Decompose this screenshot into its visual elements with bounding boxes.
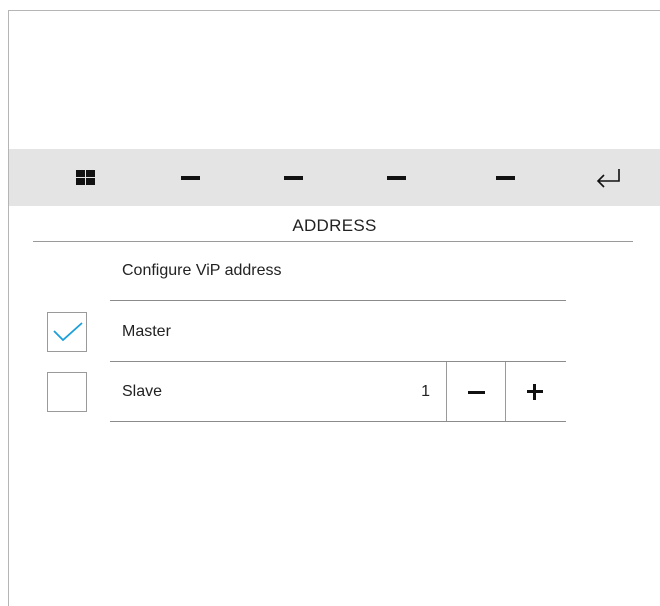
dash-icon <box>283 175 303 180</box>
dash-icon <box>180 175 200 180</box>
toolbar-slot-1-button[interactable] <box>160 149 220 206</box>
toolbar <box>9 149 660 206</box>
back-button[interactable] <box>578 149 638 206</box>
decrement-button[interactable] <box>447 363 505 421</box>
title-divider <box>33 241 633 242</box>
minus-icon <box>467 390 485 394</box>
slave-label: Slave <box>122 383 163 400</box>
master-label: Master <box>122 323 171 340</box>
section-divider <box>110 300 566 301</box>
page-title: ADDRESS <box>292 216 377 235</box>
toolbar-slot-2-button[interactable] <box>263 149 323 206</box>
back-arrow-icon <box>596 168 620 188</box>
grid-icon <box>75 169 95 186</box>
row-divider <box>110 421 566 422</box>
slave-checkbox[interactable] <box>47 372 87 412</box>
dash-icon <box>386 175 406 180</box>
row-divider <box>110 361 566 362</box>
toolbar-slot-3-button[interactable] <box>366 149 426 206</box>
toolbar-slot-4-button[interactable] <box>475 149 535 206</box>
slave-address-value: 1 <box>421 383 430 400</box>
screen-frame: ADDRESS Configure ViP address Master Sla… <box>8 10 660 606</box>
master-checkbox[interactable] <box>47 312 87 352</box>
increment-button[interactable] <box>506 363 564 421</box>
section-label: Configure ViP address <box>122 262 282 279</box>
dash-icon <box>495 175 515 180</box>
checkmark-icon <box>53 322 83 342</box>
menu-grid-button[interactable] <box>55 149 115 206</box>
plus-icon <box>527 384 543 400</box>
